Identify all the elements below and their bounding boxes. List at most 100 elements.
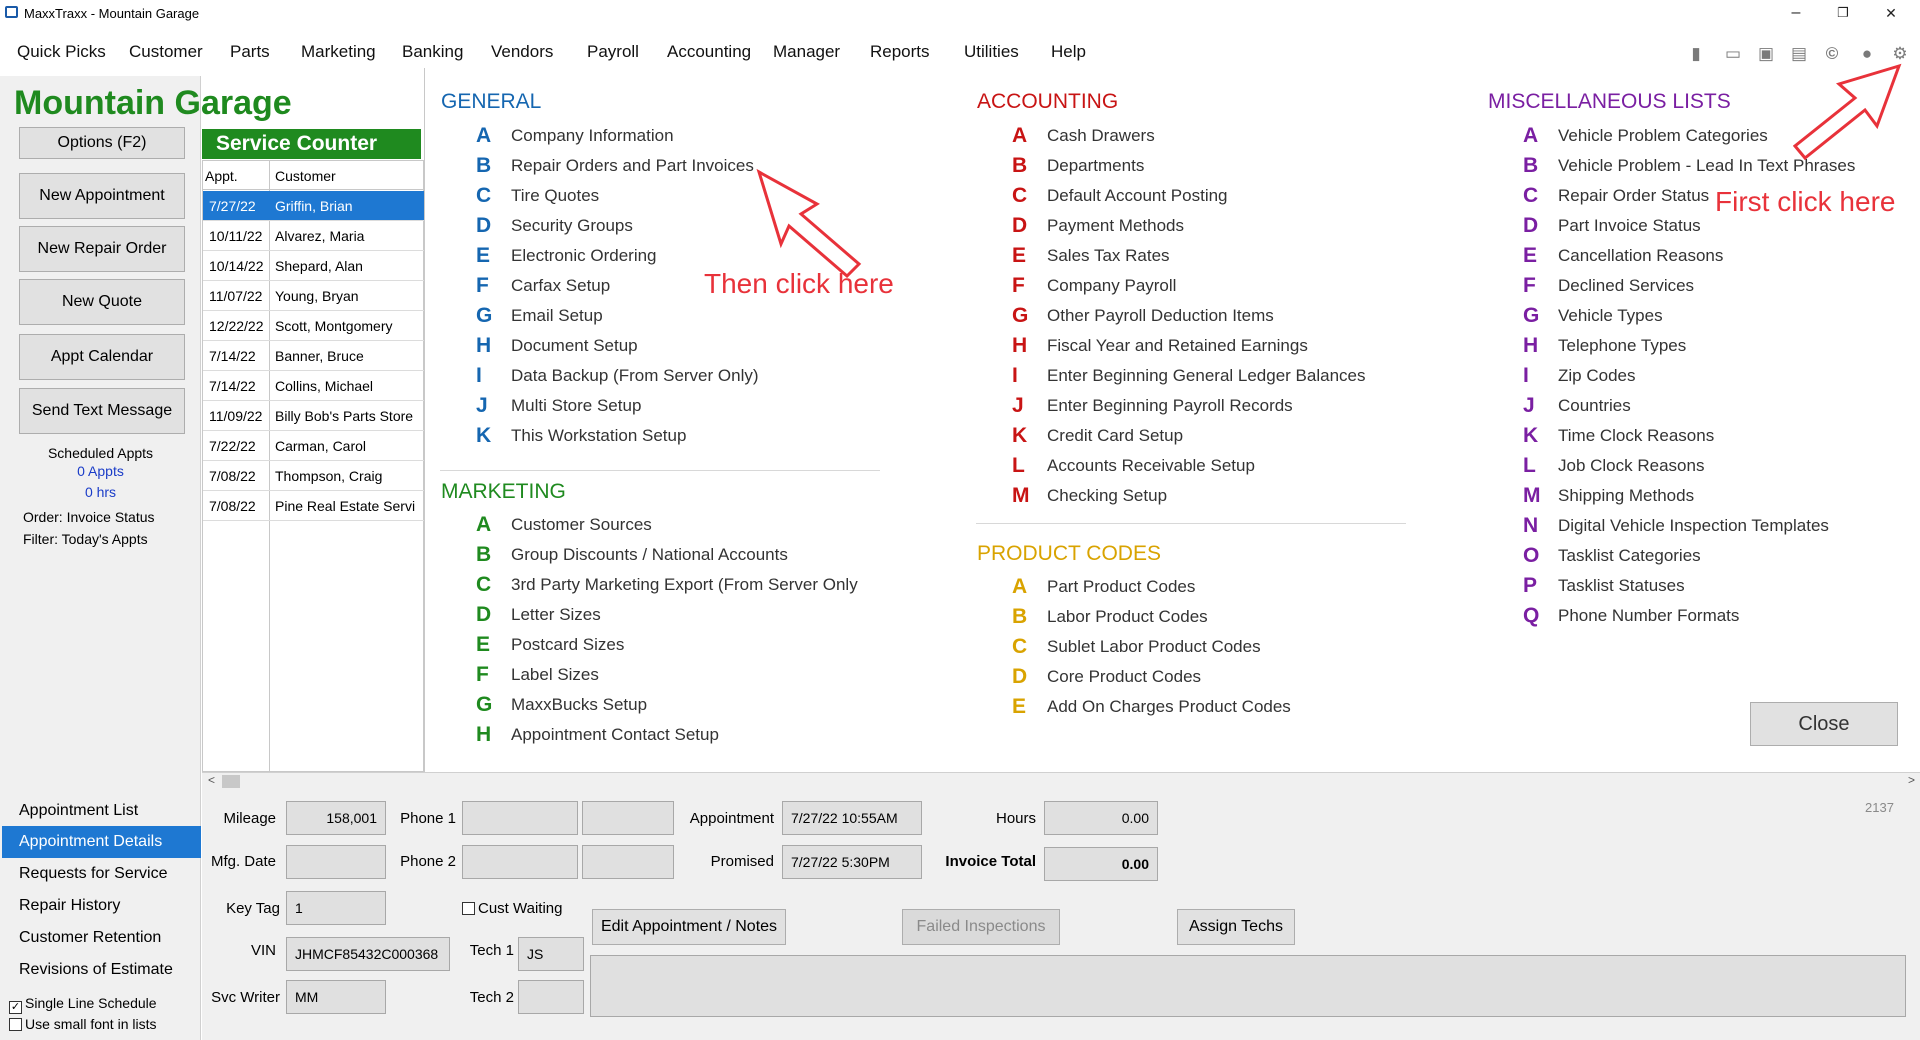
phone2-ext-field[interactable] — [582, 845, 674, 879]
small-font-checkbox[interactable]: Use small font in lists — [9, 1016, 156, 1032]
save-icon[interactable]: ▣ — [1756, 44, 1776, 64]
minimize-button[interactable]: – — [1773, 2, 1819, 26]
scroll-right-icon[interactable]: > — [1908, 773, 1915, 787]
filter-label: Filter: Today's Appts — [23, 531, 148, 547]
option-label: Part Invoice Status — [1558, 216, 1701, 235]
option-letter: D — [1523, 214, 1539, 237]
promised-field[interactable]: 7/27/22 5:30PM — [782, 845, 922, 879]
assign-techs-button[interactable]: Assign Techs — [1177, 909, 1295, 945]
checkbox-checked: ✓ — [9, 1001, 22, 1014]
gear-icon[interactable]: ⚙ — [1890, 44, 1910, 64]
vin-field[interactable]: JHMCF85432C000368 — [286, 937, 450, 971]
menu-quick-picks[interactable]: Quick Picks — [17, 42, 106, 62]
menu-reports[interactable]: Reports — [870, 42, 930, 62]
table-row[interactable]: 11/07/22 Young, Bryan — [203, 281, 425, 311]
table-row[interactable]: 11/09/22 Billy Bob's Parts Store — [203, 401, 425, 431]
nav-requests-for-service[interactable]: Requests for Service — [2, 858, 201, 890]
restore-button[interactable]: ❐ — [1820, 2, 1866, 26]
table-row[interactable]: 7/22/22 Carman, Carol — [203, 431, 425, 461]
mfg-date-field[interactable] — [286, 845, 386, 879]
appt-date-cell: 7/08/22 — [209, 498, 256, 514]
option-letter: A — [1012, 575, 1028, 598]
table-row[interactable]: 7/14/22 Collins, Michael — [203, 371, 425, 401]
tech1-label: Tech 1 — [469, 942, 514, 959]
option-letter: E — [476, 633, 491, 656]
customer-cell: Collins, Michael — [275, 378, 374, 394]
mechanic-icon[interactable]: ● — [1857, 44, 1877, 64]
option-label: Countries — [1558, 396, 1631, 415]
tech2-field[interactable] — [518, 980, 584, 1014]
nav-appointment-details[interactable]: Appointment Details — [2, 826, 201, 858]
cust-waiting-checkbox[interactable]: Cust Waiting — [462, 900, 562, 917]
horizontal-scrollbar[interactable]: < > — [202, 772, 1920, 790]
chat-icon[interactable]: ▭ — [1723, 44, 1743, 64]
menu-utilities[interactable]: Utilities — [964, 42, 1019, 62]
service-counter-table: Appt. Customer 7/27/22 Griffin, Brian 10/1… — [202, 160, 425, 772]
table-row[interactable]: 7/27/22 Griffin, Brian — [203, 191, 425, 221]
nav-customer-retention[interactable]: Customer Retention — [2, 922, 201, 954]
nav-revisions-of-estimate[interactable]: Revisions of Estimate — [2, 954, 201, 986]
table-row[interactable]: 7/08/22 Pine Real Estate Servi — [203, 491, 425, 521]
col-customer[interactable]: Customer — [275, 168, 336, 184]
menu-customer[interactable]: Customer — [129, 42, 203, 62]
scroll-left-icon[interactable]: < — [208, 773, 215, 787]
single-line-schedule-checkbox[interactable]: ✓ Single Line Schedule — [9, 995, 157, 1014]
option-letter: F — [476, 663, 489, 686]
option-letter: P — [1523, 574, 1538, 597]
svc-writer-field[interactable]: MM — [286, 980, 386, 1014]
appointment-label: Appointment — [689, 810, 774, 827]
option-label: Carfax Setup — [511, 276, 611, 295]
option-label: Tasklist Statuses — [1558, 576, 1685, 595]
menu-manager[interactable]: Manager — [773, 42, 840, 62]
menu-vendors[interactable]: Vendors — [491, 42, 553, 62]
nav-appointment-list[interactable]: Appointment List — [2, 795, 201, 827]
appointment-field[interactable]: 7/27/22 10:55AM — [782, 801, 922, 835]
notepad-icon[interactable]: ▤ — [1789, 44, 1809, 64]
customer-cell: Griffin, Brian — [275, 198, 353, 214]
key-tag-field[interactable]: 1 — [286, 891, 386, 925]
menu-banking[interactable]: Banking — [402, 42, 463, 62]
menu-accounting[interactable]: Accounting — [667, 42, 751, 62]
option-letter: H — [1523, 334, 1539, 357]
notes-area[interactable] — [590, 955, 1906, 1017]
table-row[interactable]: 10/14/22 Shepard, Alan — [203, 251, 425, 281]
phone1-field[interactable] — [462, 801, 578, 835]
send-text-message-button[interactable]: Send Text Message — [19, 388, 185, 434]
phone2-field[interactable] — [462, 845, 578, 879]
menu-help[interactable]: Help — [1051, 42, 1086, 62]
close-window-button[interactable]: ✕ — [1868, 2, 1914, 26]
option-letter: G — [476, 304, 493, 327]
table-row[interactable]: 7/14/22 Banner, Bruce — [203, 341, 425, 371]
tech1-field[interactable]: JS — [518, 937, 584, 971]
svc-writer-label: Svc Writer — [211, 989, 280, 1006]
option-label: Other Payroll Deduction Items — [1047, 306, 1274, 325]
mileage-field[interactable]: 158,001 — [286, 801, 386, 835]
menu-payroll[interactable]: Payroll — [587, 42, 639, 62]
option-letter: A — [1523, 124, 1539, 147]
option-letter: G — [1523, 304, 1540, 327]
customer-cell: Scott, Montgomery — [275, 318, 393, 334]
appt-date-cell: 11/07/22 — [209, 288, 263, 304]
new-quote-button[interactable]: New Quote — [19, 279, 185, 325]
table-row[interactable]: 7/08/22 Thompson, Craig — [203, 461, 425, 491]
new-appointment-button[interactable]: New Appointment — [19, 173, 185, 219]
scroll-thumb[interactable] — [222, 775, 240, 788]
option-letter: E — [1012, 244, 1027, 267]
appt-calendar-button[interactable]: Appt Calendar — [19, 334, 185, 380]
book-icon[interactable]: ▮ — [1686, 44, 1706, 64]
close-button[interactable]: Close — [1750, 702, 1898, 746]
section-divider — [976, 523, 1406, 524]
phone1-ext-field[interactable] — [582, 801, 674, 835]
option-letter: G — [1012, 304, 1029, 327]
option-letter: J — [1012, 394, 1024, 417]
table-row[interactable]: 12/22/22 Scott, Montgomery — [203, 311, 425, 341]
menu-parts[interactable]: Parts — [230, 42, 270, 62]
nav-repair-history[interactable]: Repair History — [2, 890, 201, 922]
col-appt[interactable]: Appt. — [205, 168, 238, 184]
edit-appointment-button[interactable]: Edit Appointment / Notes — [592, 909, 786, 945]
new-repair-order-button[interactable]: New Repair Order — [19, 226, 185, 272]
table-row[interactable]: 10/11/22 Alvarez, Maria — [203, 221, 425, 251]
cm-logo-icon[interactable]: © — [1822, 44, 1842, 64]
options-button[interactable]: Options (F2) — [19, 127, 185, 159]
menu-marketing[interactable]: Marketing — [301, 42, 376, 62]
